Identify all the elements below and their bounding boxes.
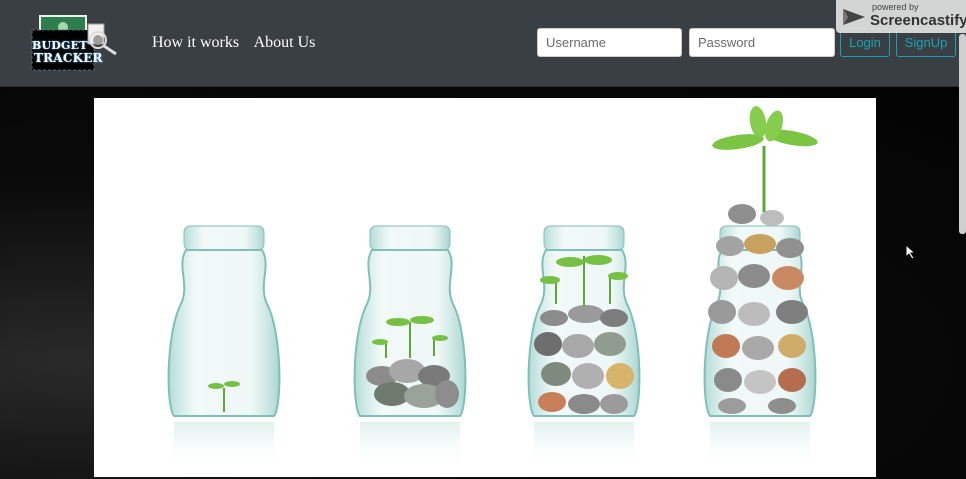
screencastify-logo-icon <box>843 9 865 25</box>
top-navbar: BUDGET TRACKER How it works About Us Log… <box>0 0 966 87</box>
username-input[interactable] <box>537 28 682 57</box>
watermark-powered-by: powered by <box>872 2 919 12</box>
coin-jars-sprouts-icon <box>167 106 818 472</box>
screencastify-watermark: powered by Screencastify <box>836 0 966 33</box>
hero-image <box>94 98 876 477</box>
budget-tracker-logo[interactable]: BUDGET TRACKER <box>28 12 124 74</box>
watermark-screencastify: Screencastify <box>870 12 966 29</box>
jar-2 <box>353 225 467 472</box>
nav-link-about-us[interactable]: About Us <box>254 34 316 51</box>
nav-links: How it works About Us <box>152 34 325 52</box>
logo-line-tracker: TRACKER <box>34 51 103 65</box>
nav-link-how-it-works[interactable]: How it works <box>152 34 239 51</box>
jar-1 <box>167 225 281 472</box>
page-scrollbar[interactable] <box>959 34 966 234</box>
logo-text: BUDGET TRACKER <box>32 40 103 65</box>
jar-4 <box>703 106 818 472</box>
password-input[interactable] <box>689 28 835 57</box>
mouse-cursor-icon <box>905 244 917 260</box>
jar-3 <box>527 225 641 472</box>
